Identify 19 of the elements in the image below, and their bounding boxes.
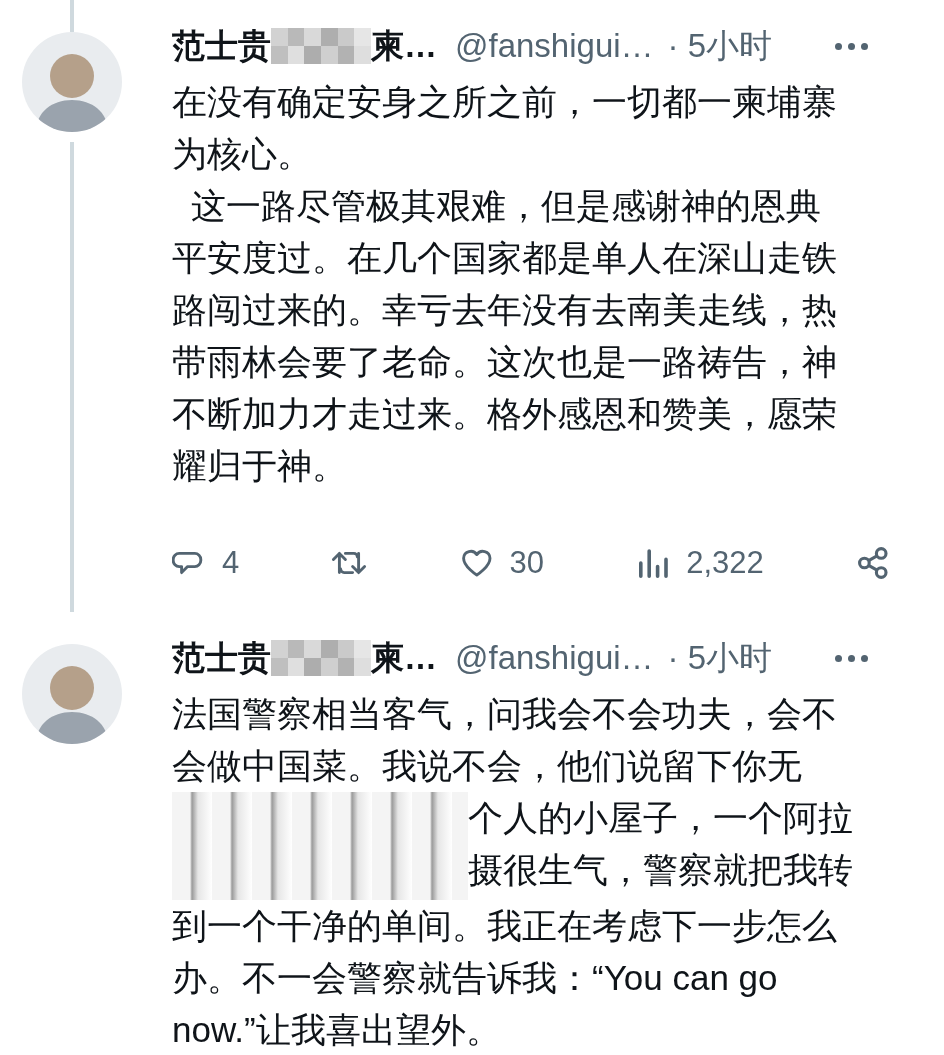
view-count: 2,322 <box>686 544 764 582</box>
more-icon[interactable] <box>835 42 868 50</box>
reply-count: 4 <box>222 544 240 582</box>
post-text: 个人的小屋子，一个阿拉 <box>468 797 853 839</box>
author-handle[interactable]: @fanshigui… <box>455 633 654 683</box>
author-handle[interactable]: @fanshigui… <box>455 21 654 71</box>
post-time: · 5小时 <box>667 26 773 67</box>
more-icon[interactable] <box>835 654 868 662</box>
author-name: 范士贵 <box>172 26 271 67</box>
post-text: 在没有确定安身之所之前，一切都一柬埔寨为核心。 <box>172 81 838 175</box>
like-count: 30 <box>509 544 545 582</box>
author-name: 柬… <box>371 26 437 67</box>
post-text: 到一个干净的单间。我正在考虑下一步怎么办。不一会警察就告诉我：“You can go now.”让我喜出望外。 <box>172 905 838 1051</box>
post-text: 摄很生气，警察就把我转 <box>468 849 853 891</box>
post-text: 法国警察相当客气，问我会不会功夫，会不会做中国菜。我说不会，他们说留下你无 <box>172 693 838 787</box>
author-name: 范士贵 <box>172 638 271 679</box>
post-text: 这一路尽管极其艰难，但是感谢神的恩典平安度过。在几个国家都是单人在深山走铁路闯过来的。幸亏去年没有去南美走线，热带雨林会要了老命。这次也是一路祷告，神不断加力才走过来。格外感恩和赞美，愿荣耀归于神。 <box>172 185 838 487</box>
author-name: 柬… <box>371 638 437 679</box>
post-time: · 5小时 <box>667 638 773 679</box>
